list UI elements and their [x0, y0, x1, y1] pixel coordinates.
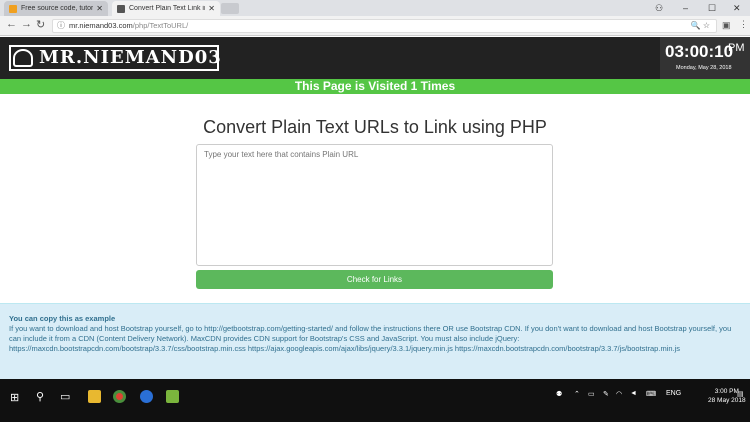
app-icon[interactable]: [140, 390, 153, 403]
notifications-icon[interactable]: ▤: [737, 390, 744, 398]
browser-tab-2[interactable]: Convert Plain Text Link in ✕: [112, 1, 220, 16]
keyboard-icon[interactable]: ⌨: [646, 390, 656, 398]
profile-icon[interactable]: ⚇: [655, 0, 663, 16]
forward-arrow-icon[interactable]: →: [21, 18, 32, 30]
menu-icon[interactable]: ⋮: [739, 19, 748, 30]
tab-close-icon[interactable]: ✕: [96, 4, 103, 13]
pen-icon[interactable]: ✎: [603, 390, 609, 398]
tab-favicon-icon: [117, 4, 125, 13]
tab-favicon-icon: [9, 4, 17, 13]
task-view-icon[interactable]: ▭: [60, 391, 70, 403]
url-path: /php/TextToURL/: [132, 21, 189, 30]
wifi-icon[interactable]: ◠: [616, 390, 622, 398]
tray-arrow-icon[interactable]: ⌃: [574, 390, 580, 398]
file-explorer-icon[interactable]: [88, 390, 101, 403]
logo-text: MR.NIEMAND03: [39, 47, 222, 68]
close-button[interactable]: ✕: [733, 0, 741, 16]
tab-label: Free source code, tutorial: [21, 5, 94, 12]
extension-icon[interactable]: ▣: [722, 20, 731, 31]
visited-banner: This Page is Visited 1 Times: [0, 79, 750, 94]
alert-body: If you want to download and host Bootstr…: [9, 324, 732, 353]
address-bar-row: ← → ↻ ⓘ mr.niemand03.com/php/TextToURL/ …: [0, 16, 750, 36]
site-logo[interactable]: MR.NIEMAND03: [9, 45, 222, 71]
clock-time: 03:00:10: [665, 42, 734, 61]
new-tab-button[interactable]: [221, 3, 239, 14]
language-indicator[interactable]: ENG: [666, 390, 681, 397]
url-domain: mr.niemand03.com: [69, 21, 133, 30]
clock-date: Monday, May 28, 2018: [676, 65, 732, 71]
chrome-icon[interactable]: [113, 390, 126, 403]
url-input[interactable]: ⓘ mr.niemand03.com/php/TextToURL/ 🔍 ☆: [52, 19, 717, 33]
browser-tab-strip: Free source code, tutorial ✕ Convert Pla…: [0, 0, 750, 16]
alert-heading: You can copy this as example: [9, 314, 116, 323]
check-links-button[interactable]: Check for Links: [196, 270, 553, 289]
battery-icon[interactable]: ▭: [588, 390, 595, 398]
windows-start-icon[interactable]: ⊞: [10, 392, 19, 404]
search-icon[interactable]: ⚲: [36, 391, 44, 403]
logo-badge-icon: [13, 49, 33, 67]
volume-icon[interactable]: ◄: [630, 390, 637, 397]
bookmark-star-icon[interactable]: 🔍 ☆: [691, 20, 710, 32]
reload-icon[interactable]: ↻: [36, 18, 45, 31]
minimize-button[interactable]: –: [683, 0, 688, 16]
browser-tab-1[interactable]: Free source code, tutorial ✕: [4, 1, 108, 16]
tab-close-icon[interactable]: ✕: [208, 4, 215, 13]
example-info-alert: You can copy this as example If you want…: [0, 303, 750, 379]
people-icon[interactable]: ⚉: [556, 390, 562, 398]
tab-label: Convert Plain Text Link in: [129, 5, 206, 12]
info-icon[interactable]: ⓘ: [57, 20, 65, 32]
notepad-icon[interactable]: [166, 390, 179, 403]
maximize-button[interactable]: ☐: [708, 0, 716, 16]
windows-taskbar: [0, 379, 750, 422]
plain-text-input[interactable]: [196, 144, 553, 266]
clock-ampm: PM: [728, 42, 745, 54]
page-title: Convert Plain Text URLs to Link using PH…: [203, 117, 547, 137]
back-arrow-icon[interactable]: ←: [6, 18, 17, 30]
